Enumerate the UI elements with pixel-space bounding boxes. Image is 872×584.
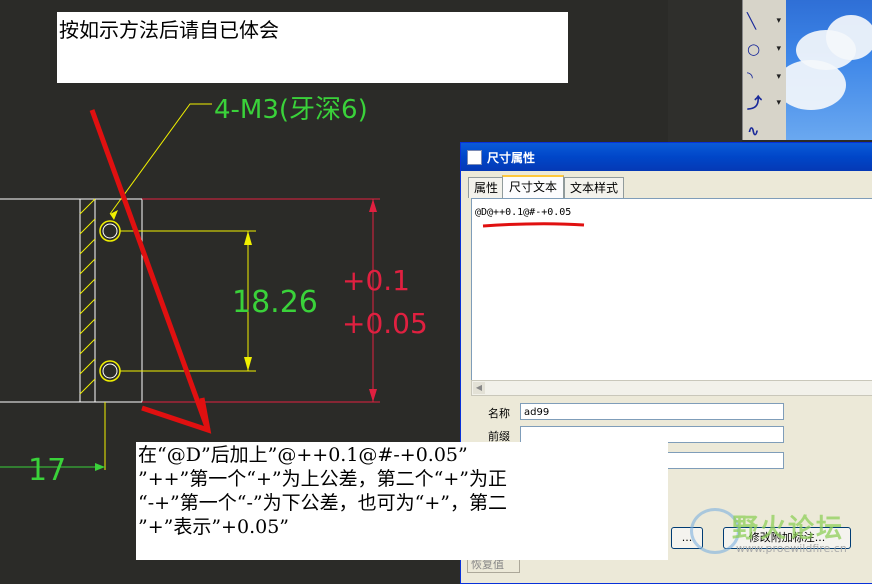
tol-upper-text: +0.1 <box>342 264 410 297</box>
dimension-text-value: @D@++0.1@#-+0.05 <box>475 207 572 218</box>
red-arrow-up <box>369 199 377 212</box>
instruction-note-bottom: 在“@D”后加上”@++0.1@#-+0.05” ”++”第一个“+”为上公差，… <box>136 442 668 560</box>
scroll-left-icon[interactable]: ◀ <box>473 382 485 394</box>
thread-note-text[interactable]: 4-M3(牙深6) <box>214 95 368 125</box>
tab-properties[interactable]: 属性 <box>468 177 504 198</box>
instruction-line-3: “-+”第一个“-”为下公差，也可为“+”，第二 <box>138 492 507 514</box>
thread-hole-bottom-inner <box>102 363 118 379</box>
prefix-field[interactable] <box>520 426 784 443</box>
watermark-text: 野火论坛 <box>732 514 845 544</box>
background-sky-image <box>786 0 872 140</box>
dim-main-text[interactable]: 18.26 <box>232 285 318 320</box>
point-tool-icon[interactable]: ⤴ ▾ <box>747 94 783 112</box>
arrow-up <box>244 231 252 245</box>
arrow-17 <box>95 463 105 471</box>
dialog-title: 尺寸属性 <box>487 151 536 165</box>
leader-line <box>109 103 212 215</box>
arc-tool-icon[interactable]: ◝ ▾ <box>747 68 783 86</box>
circle-tool-icon[interactable]: ○ ▾ <box>747 40 783 58</box>
spline-tool-icon[interactable]: ∿ <box>747 122 783 140</box>
tab-dimension-text[interactable]: 尺寸文本 <box>502 175 564 200</box>
window-icon <box>467 150 482 165</box>
name-field[interactable]: ad99 <box>520 403 784 420</box>
instruction-line-1: 在“@D”后加上”@++0.1@#-+0.05” <box>138 444 468 466</box>
tab-text-style[interactable]: 文本样式 <box>564 177 624 198</box>
sketch-toolbar: ╲ ▾ ○ ▾ ◝ ▾ ⤴ ▾ ∿ <box>742 0 787 140</box>
instruction-note-top: 按如示方法后请自已体会 <box>57 12 568 83</box>
red-arrow-down <box>369 389 377 402</box>
instruction-line-2: ”++”第一个“+”为上公差，第二个“+”为正 <box>138 468 507 490</box>
instruction-top-text: 按如示方法后请自已体会 <box>59 18 279 42</box>
name-label: 名称 <box>488 407 510 420</box>
line-tool-icon[interactable]: ╲ ▾ <box>747 12 783 30</box>
thread-hole-top-inner <box>102 223 118 239</box>
dimension-text-area[interactable]: @D@++0.1@#-+0.05 <box>471 198 872 382</box>
section-hatch <box>79 198 96 395</box>
horizontal-scrollbar[interactable]: ◀ <box>471 380 872 396</box>
tol-lower-text: +0.05 <box>342 307 428 340</box>
watermark-url: www.proewildfire.cn <box>736 542 847 555</box>
dialog-titlebar[interactable]: 尺寸属性 <box>461 143 872 171</box>
dim-17-text[interactable]: 17 <box>28 453 66 488</box>
arrow-down <box>244 357 252 371</box>
instruction-line-4: ”+”表示”+0.05” <box>138 516 289 538</box>
